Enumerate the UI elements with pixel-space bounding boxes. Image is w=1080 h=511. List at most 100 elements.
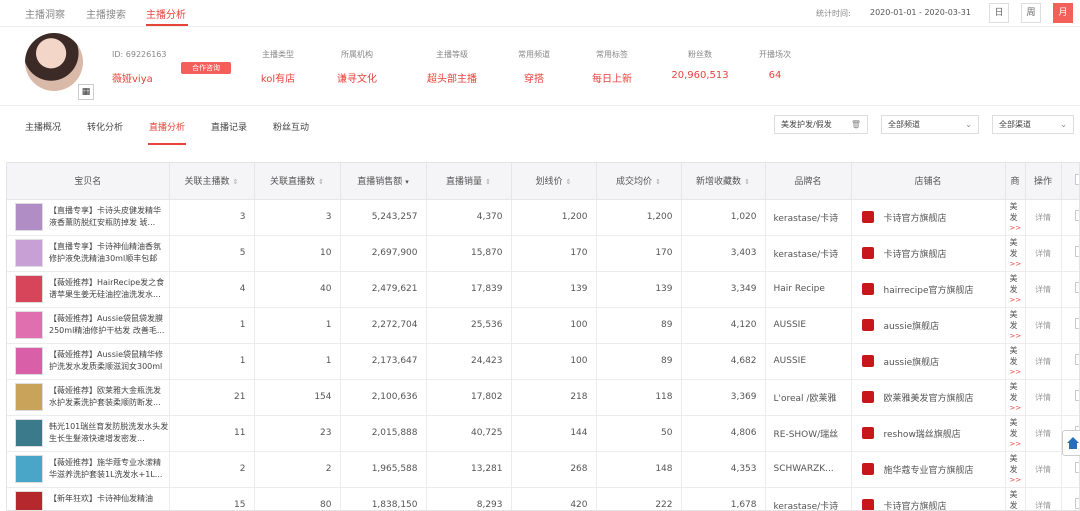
category-more-link[interactable]: >> <box>1010 223 1025 234</box>
shop-cell[interactable]: aussie旗舰店 <box>851 343 1006 380</box>
tab-anchor-insight[interactable]: 主播洞察 <box>25 6 65 21</box>
product-title[interactable]: 【薇娅推荐】施华蔻专业水潆精华滋养洗护套装1L洗发水+1L... <box>49 457 168 481</box>
product-title[interactable]: 【新年狂欢】卡诗神仙发精油 <box>49 493 168 510</box>
category-filter[interactable]: 美发护发/假发 🗑 <box>774 115 868 134</box>
header-live-sales-volume[interactable]: 直播销量 ⇕ <box>426 163 512 200</box>
header-select <box>1061 163 1079 200</box>
all-channels-select[interactable]: 全部渠道 ⌄ <box>992 115 1074 134</box>
row-checkbox[interactable] <box>1074 246 1079 257</box>
info-value: kol有店 <box>260 74 296 85</box>
row-checkbox[interactable] <box>1074 318 1079 329</box>
cell-linked-lives: 1 <box>254 343 341 380</box>
product-cell[interactable]: 【薇娅推荐】施华蔻专业水潆精华滋养洗护套装1L洗发水+1L... <box>7 451 170 488</box>
shop-cell[interactable]: 卡诗官方旗舰店 <box>851 487 1006 511</box>
tab-anchor-search[interactable]: 主播搜索 <box>86 6 126 21</box>
category-more-link[interactable]: >> <box>1010 259 1025 270</box>
shop-cell[interactable]: 卡诗官方旗舰店 <box>851 199 1006 236</box>
tab-anchor-analysis[interactable]: 主播分析 <box>146 6 186 21</box>
details-link[interactable]: 详情 <box>1024 343 1062 380</box>
row-checkbox[interactable] <box>1074 462 1079 473</box>
product-cell[interactable]: 【直播专享】卡诗神仙精油香氛修护液免洗精油30ml顺丰包邮 <box>7 235 170 272</box>
cell-avg-deal-price: 222 <box>596 487 682 510</box>
period-day-button[interactable]: 日 <box>989 3 1009 23</box>
shop-name[interactable]: aussie旗舰店 <box>884 355 940 368</box>
shop-name[interactable]: 卡诗官方旗舰店 <box>884 211 947 224</box>
cell-avg-deal-price: 89 <box>596 343 682 380</box>
row-select <box>1061 235 1079 272</box>
details-link[interactable]: 详情 <box>1024 307 1062 344</box>
details-link[interactable]: 详情 <box>1024 199 1062 236</box>
category-more-link[interactable]: >> <box>1010 403 1025 414</box>
product-title[interactable]: 【薇娅推荐】Aussie袋鼠精华修护洗发水发质柔顺滋润女300ml <box>49 349 168 373</box>
shop-logo <box>861 211 874 223</box>
product-info: 【直播专享】卡诗神仙精油香氛修护液免洗精油30ml顺丰包邮 <box>7 239 168 267</box>
subtab-conversion[interactable]: 转化分析 <box>87 120 123 133</box>
home-icon[interactable] <box>1062 430 1080 456</box>
qr-code-icon[interactable]: ▦ <box>78 84 94 100</box>
channel-select[interactable]: 全部频道 ⌄ <box>881 115 979 134</box>
shop-name[interactable]: 卡诗官方旗舰店 <box>884 499 947 511</box>
category-more-link[interactable]: >> <box>1010 439 1025 450</box>
subtab-live-records[interactable]: 直播记录 <box>211 120 247 133</box>
shop-name[interactable]: 施华蔻专业官方旗舰店 <box>884 463 974 476</box>
header-linked-lives[interactable]: 关联直播数 ⇕ <box>254 163 341 200</box>
product-cell[interactable]: 【薇娅推荐】欧莱雅大金瓶洗发水护发素洗护套装柔顺防断发... <box>7 379 170 416</box>
header-new-favorites[interactable]: 新增收藏数 ⇕ <box>681 163 766 200</box>
shop-cell[interactable]: hairrecipe官方旗舰店 <box>851 271 1006 308</box>
product-cell[interactable]: 【新年狂欢】卡诗神仙发精油 <box>7 487 170 510</box>
details-link[interactable]: 详情 <box>1024 271 1062 308</box>
select-all-checkbox[interactable] <box>1074 173 1079 185</box>
row-checkbox[interactable] <box>1074 354 1079 365</box>
product-title[interactable]: 【直播专享】卡诗头皮健发精华液香薰防脱红安瓶防掉发 琥... <box>49 205 168 229</box>
category-more-link[interactable]: >> <box>1010 295 1025 306</box>
product-cell[interactable]: 【薇娅推荐】HairRecipe发之食谱苹果生姜无硅油控油洗发水... <box>7 271 170 308</box>
category-more-link[interactable]: >> <box>1010 367 1025 378</box>
shop-name[interactable]: hairrecipe官方旗舰店 <box>884 283 974 296</box>
period-week-button[interactable]: 周 <box>1021 3 1041 23</box>
header-avg-deal-price[interactable]: 成交均价 ⇕ <box>596 163 682 200</box>
shop-name[interactable]: aussie旗舰店 <box>884 319 940 332</box>
date-range-picker[interactable]: 2020-01-01 - 2020-03-31 <box>870 8 971 17</box>
shop-cell[interactable]: aussie旗舰店 <box>851 307 1006 344</box>
details-link[interactable]: 详情 <box>1024 487 1062 510</box>
cell-category: 美发>> <box>1005 343 1026 380</box>
details-link[interactable]: 详情 <box>1024 415 1062 452</box>
period-month-button[interactable]: 月 <box>1053 3 1073 23</box>
product-cell[interactable]: 韩光101瑞丝育发防脱洗发水头发生长生髮液快速增发密发... <box>7 415 170 452</box>
trash-icon[interactable]: 🗑 <box>851 116 861 133</box>
details-link[interactable]: 详情 <box>1024 235 1062 272</box>
details-link[interactable]: 详情 <box>1024 379 1062 416</box>
subtab-live-analysis[interactable]: 直播分析 <box>149 120 185 133</box>
header-linked-anchors[interactable]: 关联主播数 ⇕ <box>169 163 255 200</box>
product-cell[interactable]: 【直播专享】卡诗头皮健发精华液香薰防脱红安瓶防掉发 琥... <box>7 199 170 236</box>
product-title[interactable]: 【直播专享】卡诗神仙精油香氛修护液免洗精油30ml顺丰包邮 <box>49 241 168 265</box>
shop-name[interactable]: 卡诗官方旗舰店 <box>884 247 947 260</box>
product-title[interactable]: 【薇娅推荐】HairRecipe发之食谱苹果生姜无硅油控油洗发水... <box>49 277 168 301</box>
category-more-link[interactable]: >> <box>1010 331 1025 342</box>
row-checkbox[interactable] <box>1074 498 1079 509</box>
product-title[interactable]: 韩光101瑞丝育发防脱洗发水头发生长生髮液快速增发密发... <box>49 421 168 445</box>
subtab-overview[interactable]: 主播概况 <box>25 120 61 133</box>
coop-inquiry-button[interactable]: 合作咨询 <box>181 62 231 74</box>
subtab-fan-interaction[interactable]: 粉丝互动 <box>273 120 309 133</box>
shop-cell[interactable]: 卡诗官方旗舰店 <box>851 235 1006 272</box>
cell-category: 美发>> <box>1005 487 1026 510</box>
header-list-price[interactable]: 划线价 ⇕ <box>511 163 597 200</box>
row-checkbox[interactable] <box>1074 282 1079 293</box>
row-checkbox[interactable] <box>1074 210 1079 221</box>
cell-new-favorites: 3,369 <box>681 379 766 416</box>
product-title[interactable]: 【薇娅推荐】Aussie袋鼠袋发膜250ml精油修护干枯发 改善毛... <box>49 313 168 337</box>
product-cell[interactable]: 【薇娅推荐】Aussie袋鼠袋发膜250ml精油修护干枯发 改善毛... <box>7 307 170 344</box>
header-live-sales-amount[interactable]: 直播销售额 ▾ <box>340 163 427 200</box>
cell-live-sales-volume: 25,536 <box>426 307 512 344</box>
product-cell[interactable]: 【薇娅推荐】Aussie袋鼠精华修护洗发水发质柔顺滋润女300ml <box>7 343 170 380</box>
shop-cell[interactable]: 施华蔻专业官方旗舰店 <box>851 451 1006 488</box>
product-title[interactable]: 【薇娅推荐】欧莱雅大金瓶洗发水护发素洗护套装柔顺防断发... <box>49 385 168 409</box>
category-more-link[interactable]: >> <box>1010 475 1025 486</box>
shop-name[interactable]: reshow瑞丝旗舰店 <box>884 427 961 440</box>
shop-cell[interactable]: 欧莱雅美发官方旗舰店 <box>851 379 1006 416</box>
shop-name[interactable]: 欧莱雅美发官方旗舰店 <box>884 391 974 404</box>
row-checkbox[interactable] <box>1074 390 1079 401</box>
details-link[interactable]: 详情 <box>1024 451 1062 488</box>
shop-cell[interactable]: reshow瑞丝旗舰店 <box>851 415 1006 452</box>
